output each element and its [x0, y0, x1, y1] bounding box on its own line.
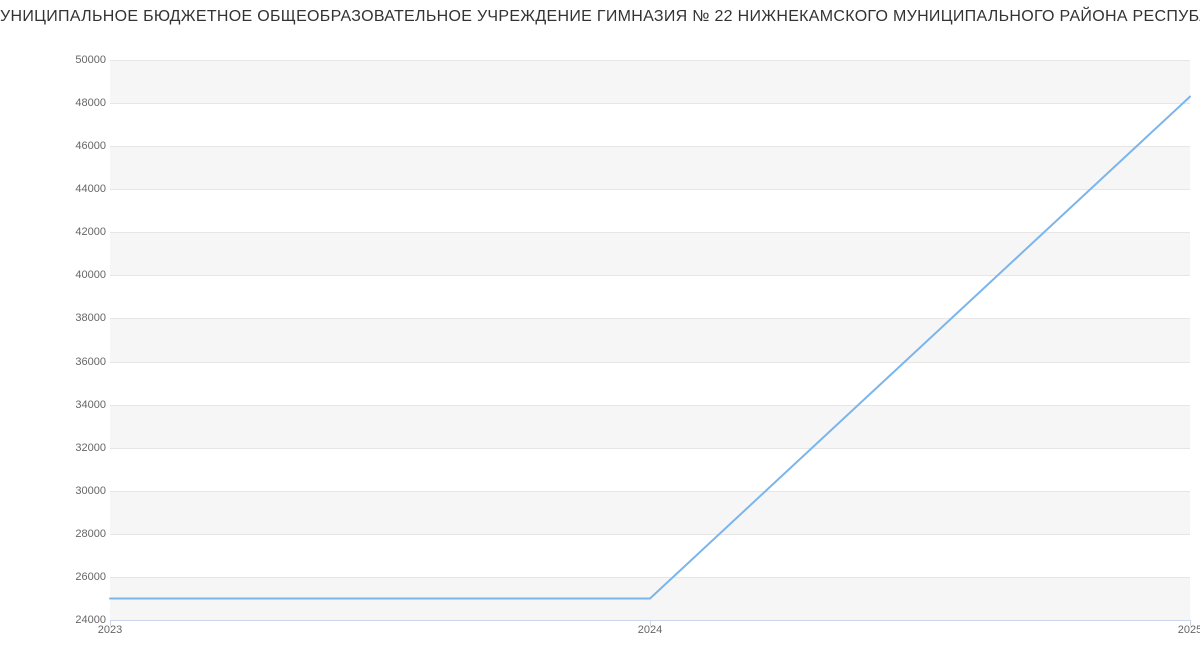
y-tick-label: 32000 — [6, 442, 106, 454]
chart-title: УНИЦИПАЛЬНОЕ БЮДЖЕТНОЕ ОБЩЕОБРАЗОВАТЕЛЬН… — [0, 8, 1200, 26]
series-line — [110, 60, 1190, 620]
y-tick-label: 38000 — [6, 312, 106, 324]
plot-area[interactable] — [110, 60, 1190, 621]
y-tick-label: 28000 — [6, 528, 106, 540]
y-tick-label: 48000 — [6, 97, 106, 109]
x-tick-label: 2023 — [98, 624, 122, 636]
x-tick-label: 2025 — [1178, 624, 1200, 636]
y-tick-label: 26000 — [6, 571, 106, 583]
y-tick-label: 36000 — [6, 356, 106, 368]
y-tick-label: 30000 — [6, 485, 106, 497]
y-tick-label: 34000 — [6, 399, 106, 411]
y-tick-label: 46000 — [6, 140, 106, 152]
y-tick-label: 40000 — [6, 269, 106, 281]
y-tick-label: 50000 — [6, 54, 106, 66]
y-tick-label: 42000 — [6, 226, 106, 238]
y-tick-label: 44000 — [6, 183, 106, 195]
line-chart: УНИЦИПАЛЬНОЕ БЮДЖЕТНОЕ ОБЩЕОБРАЗОВАТЕЛЬН… — [0, 0, 1200, 650]
y-tick-label: 24000 — [6, 614, 106, 626]
x-tick-label: 2024 — [638, 624, 662, 636]
